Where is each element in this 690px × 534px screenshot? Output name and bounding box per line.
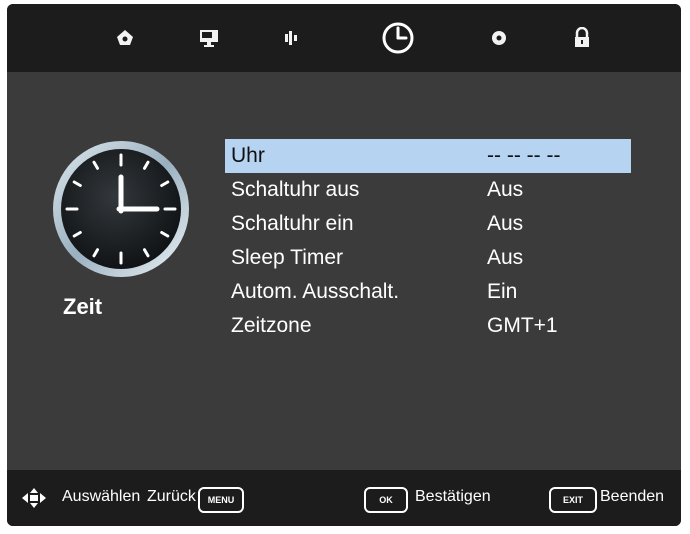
tab-screen[interactable]: [189, 18, 229, 58]
menu-item-value: Aus: [487, 246, 524, 269]
section-title: Zeit: [63, 294, 103, 319]
exit-key-button[interactable]: EXIT: [549, 487, 597, 513]
ok-key-button[interactable]: OK: [364, 487, 408, 513]
menu-item-schaltuhr-ein[interactable]: Schaltuhr ein Aus: [225, 207, 631, 241]
select-hint: Auswählen: [62, 488, 141, 505]
clock-icon: [382, 22, 414, 54]
exit-hint: Beenden: [600, 488, 665, 505]
setup-icon: [492, 31, 506, 45]
picture-icon: [117, 30, 133, 45]
menu-item-sleep-timer[interactable]: Sleep Timer Aus: [225, 241, 631, 275]
navigation-arrows-icon: [22, 488, 46, 508]
time-menu: Uhr -- -- -- -- Schaltuhr aus Aus Schalt…: [225, 139, 631, 343]
menu-item-value: Aus: [487, 178, 524, 201]
clock-icon: [53, 141, 189, 277]
menu-key-button[interactable]: MENU: [198, 487, 244, 513]
tv-osd-panel: Zeit Uhr -- -- -- -- Schaltuhr aus Aus S…: [7, 4, 681, 526]
menu-item-value: Aus: [487, 212, 524, 235]
menu-item-zeitzone[interactable]: Zeitzone GMT+1: [225, 309, 631, 343]
menu-item-label: Schaltuhr ein: [231, 212, 354, 235]
menu-item-label: Schaltuhr aus: [231, 178, 360, 201]
sound-icon: [285, 31, 297, 45]
screen-icon: [200, 30, 218, 47]
tab-lock[interactable]: [562, 18, 602, 58]
menu-item-value: GMT+1: [487, 314, 558, 337]
screenshot: Zeit Uhr -- -- -- -- Schaltuhr aus Aus S…: [0, 0, 690, 534]
tab-picture[interactable]: [105, 18, 145, 58]
menu-tab-bar: [7, 4, 681, 72]
tab-time[interactable]: [378, 18, 418, 58]
menu-item-uhr[interactable]: Uhr -- -- -- --: [225, 139, 631, 173]
menu-item-value: Ein: [487, 280, 518, 303]
menu-item-label: Sleep Timer: [231, 246, 344, 269]
confirm-hint: Bestätigen: [415, 488, 491, 505]
menu-item-value: -- -- -- --: [487, 144, 561, 167]
help-bar: Auswählen Zurück MENU OK Bestätigen EXIT…: [7, 470, 681, 526]
menu-item-schaltuhr-aus[interactable]: Schaltuhr aus Aus: [225, 173, 631, 207]
tab-setup[interactable]: [479, 18, 519, 58]
lock-icon: [575, 27, 589, 47]
menu-item-autom-ausschalt[interactable]: Autom. Ausschalt. Ein: [225, 275, 631, 309]
back-hint: Zurück: [147, 488, 196, 505]
menu-item-label: Zeitzone: [231, 314, 312, 337]
tab-sound[interactable]: [271, 18, 311, 58]
menu-item-label: Autom. Ausschalt.: [231, 280, 400, 303]
menu-item-label: Uhr: [231, 144, 265, 167]
